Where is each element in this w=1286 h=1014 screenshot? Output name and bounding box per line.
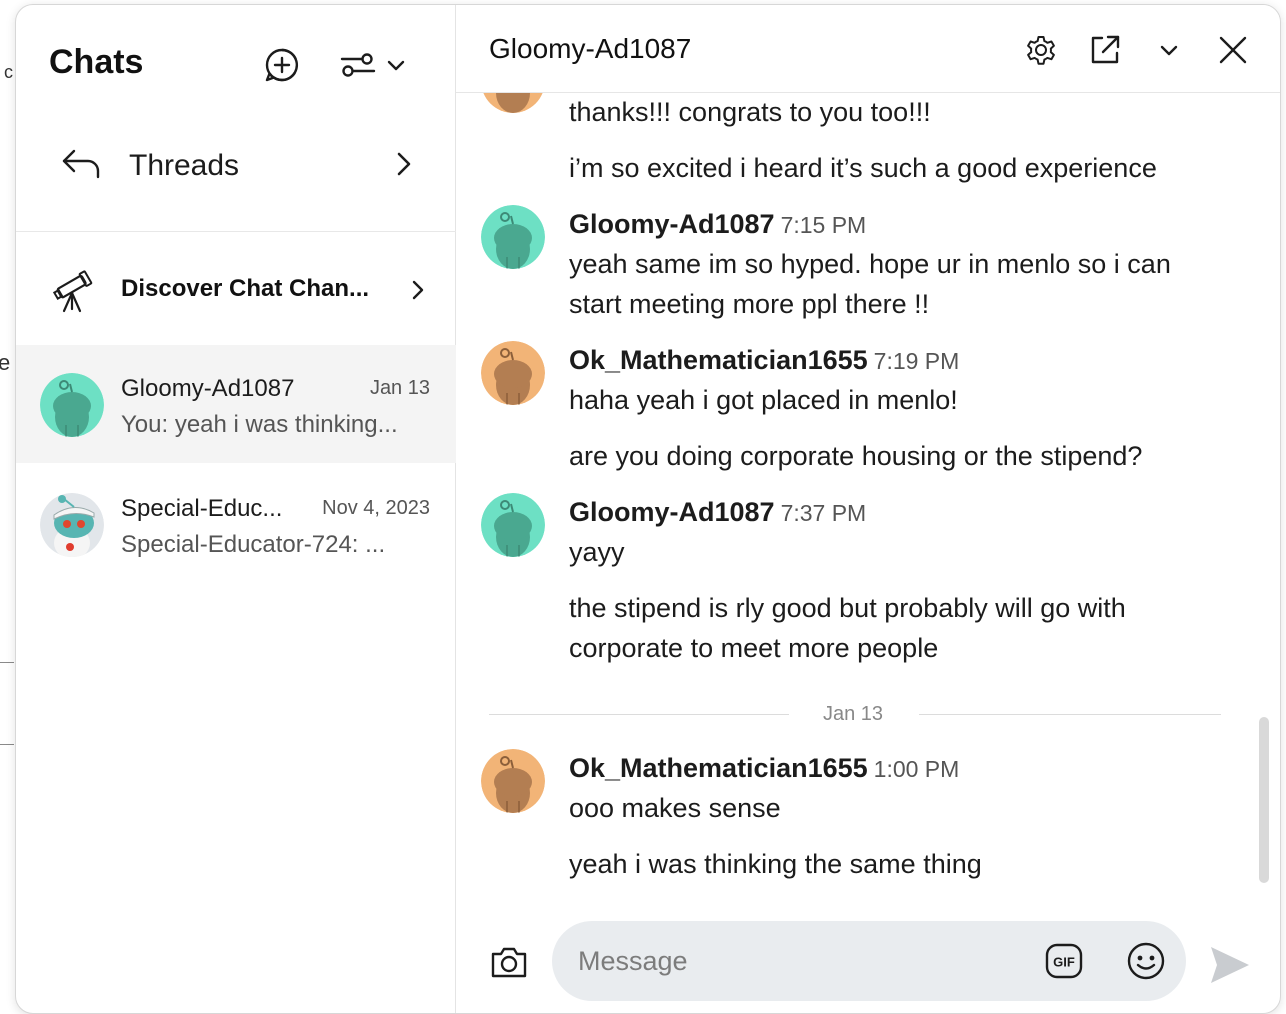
conversation-header: Gloomy-Ad1087 [456, 5, 1280, 93]
reply-arrow-icon [60, 145, 102, 186]
svg-text:GIF: GIF [1053, 955, 1075, 970]
filter-icon [340, 53, 376, 77]
external-link-icon [1091, 35, 1120, 64]
message-timestamp: 1:00 PM [873, 756, 960, 782]
gif-icon: GIF [1045, 943, 1083, 979]
chevron-right-icon [392, 149, 416, 184]
message-list: thanks!!! congrats to you too!!! i’m so … [456, 93, 1280, 905]
chat-date: Jan 13 [369, 377, 430, 399]
chat-preview: Special-Educator-724: ... [121, 531, 386, 558]
message-text: yeah i was thinking the same thing [569, 849, 982, 879]
emoji-button[interactable] [1124, 939, 1168, 983]
message-text: thanks!!! congrats to you too!!! [569, 97, 931, 127]
avatar [481, 205, 545, 269]
avatar [481, 493, 545, 557]
message-text: are you doing corporate housing or the s… [569, 441, 1143, 471]
close-button[interactable] [1210, 27, 1256, 73]
message-timestamp: 7:19 PM [873, 348, 960, 374]
message-text: start meeting more ppl there !! [569, 289, 930, 319]
avatar [40, 373, 104, 437]
message-author[interactable]: Ok_Mathematician1655 1:00 PM [569, 753, 959, 784]
author-name[interactable]: Gloomy-Ad1087 [569, 497, 775, 527]
message-text: the stipend is rly good but probably wil… [569, 593, 1126, 623]
date-separator: Jan 13 [489, 703, 1221, 727]
message-timestamp: 7:15 PM [780, 212, 867, 238]
new-chat-icon [265, 48, 299, 82]
avatar [481, 749, 545, 813]
gif-button[interactable]: GIF [1042, 939, 1086, 983]
message-author[interactable]: Gloomy-Ad1087 7:15 PM [569, 209, 866, 240]
message-author[interactable]: Gloomy-Ad1087 7:37 PM [569, 497, 866, 528]
avatar [40, 493, 104, 557]
background-divider [0, 744, 14, 745]
message-text: yeah same im so hyped. hope ur in menlo … [569, 249, 1171, 279]
background-text-fragment: e [0, 350, 11, 375]
minimize-button[interactable] [1146, 27, 1192, 73]
message-text: corporate to meet more people [569, 633, 939, 663]
background-page: c e [0, 0, 16, 1006]
chat-list-item[interactable]: Special-Educ... Nov 4, 2023 Special-Educ… [16, 465, 456, 583]
chevron-right-icon [408, 277, 428, 308]
message-text: ooo makes sense [569, 793, 781, 823]
discover-label: Discover Chat Chan... [121, 275, 370, 302]
chat-name: Gloomy-Ad1087 [121, 375, 295, 402]
emoji-icon [1127, 942, 1165, 980]
message-scrollbar[interactable] [1259, 717, 1269, 883]
chat-name: Special-Educ... [121, 495, 283, 522]
chevron-down-icon [387, 60, 405, 71]
date-separator-label: Jan 13 [823, 703, 884, 725]
chat-list-item[interactable]: Gloomy-Ad1087 Jan 13 You: yeah i was thi… [16, 345, 456, 463]
background-divider [0, 662, 14, 663]
message-input-container: GIF [552, 921, 1186, 1001]
separator-line [919, 714, 1221, 715]
message-author[interactable]: Ok_Mathematician1655 7:19 PM [569, 345, 959, 376]
telescope-icon [52, 269, 94, 318]
avatar [481, 341, 545, 405]
conversation-pane: Gloomy-Ad1087 thanks!!! congrats to you … [456, 5, 1280, 1013]
camera-icon [491, 947, 527, 978]
message-text: haha yeah i got placed in menlo! [569, 385, 958, 415]
message-text: i’m so excited i heard it’s such a good … [569, 153, 1157, 183]
sidebar-divider [16, 231, 456, 232]
background-text-fragment: c [4, 62, 13, 82]
chat-sidebar: Chats Threads Discover Chat Chan... Gloo… [16, 5, 456, 1013]
author-name[interactable]: Ok_Mathematician1655 [569, 345, 868, 375]
open-in-new-window-button[interactable] [1082, 27, 1128, 73]
message-timestamp: 7:37 PM [780, 500, 867, 526]
chat-preview: You: yeah i was thinking... [121, 411, 398, 438]
avatar [481, 93, 545, 113]
author-name[interactable]: Ok_Mathematician1655 [569, 753, 868, 783]
message-composer: GIF [456, 905, 1280, 1013]
discover-chat-channels-row[interactable]: Discover Chat Chan... [16, 237, 456, 345]
send-icon [1211, 947, 1249, 983]
filter-menu-button[interactable] [334, 43, 414, 87]
chat-window: Chats Threads Discover Chat Chan... Gloo… [15, 4, 1281, 1014]
conversation-title: Gloomy-Ad1087 [489, 33, 692, 64]
chevron-down-icon [1160, 45, 1178, 56]
sidebar-header: Chats [16, 5, 456, 117]
gear-icon [1027, 36, 1055, 65]
threads-label: Threads [129, 149, 240, 182]
camera-button[interactable] [486, 939, 532, 985]
sidebar-title: Chats [49, 43, 144, 81]
author-name[interactable]: Gloomy-Ad1087 [569, 209, 775, 239]
threads-row[interactable]: Threads [16, 123, 456, 215]
chat-date: Nov 4, 2023 [322, 497, 430, 519]
close-icon [1219, 36, 1247, 64]
separator-line [489, 714, 789, 715]
new-chat-button[interactable] [260, 43, 304, 87]
message-text: yayy [569, 537, 625, 567]
message-input[interactable] [576, 941, 1016, 981]
send-button[interactable] [1206, 941, 1254, 989]
settings-button[interactable] [1018, 27, 1064, 73]
